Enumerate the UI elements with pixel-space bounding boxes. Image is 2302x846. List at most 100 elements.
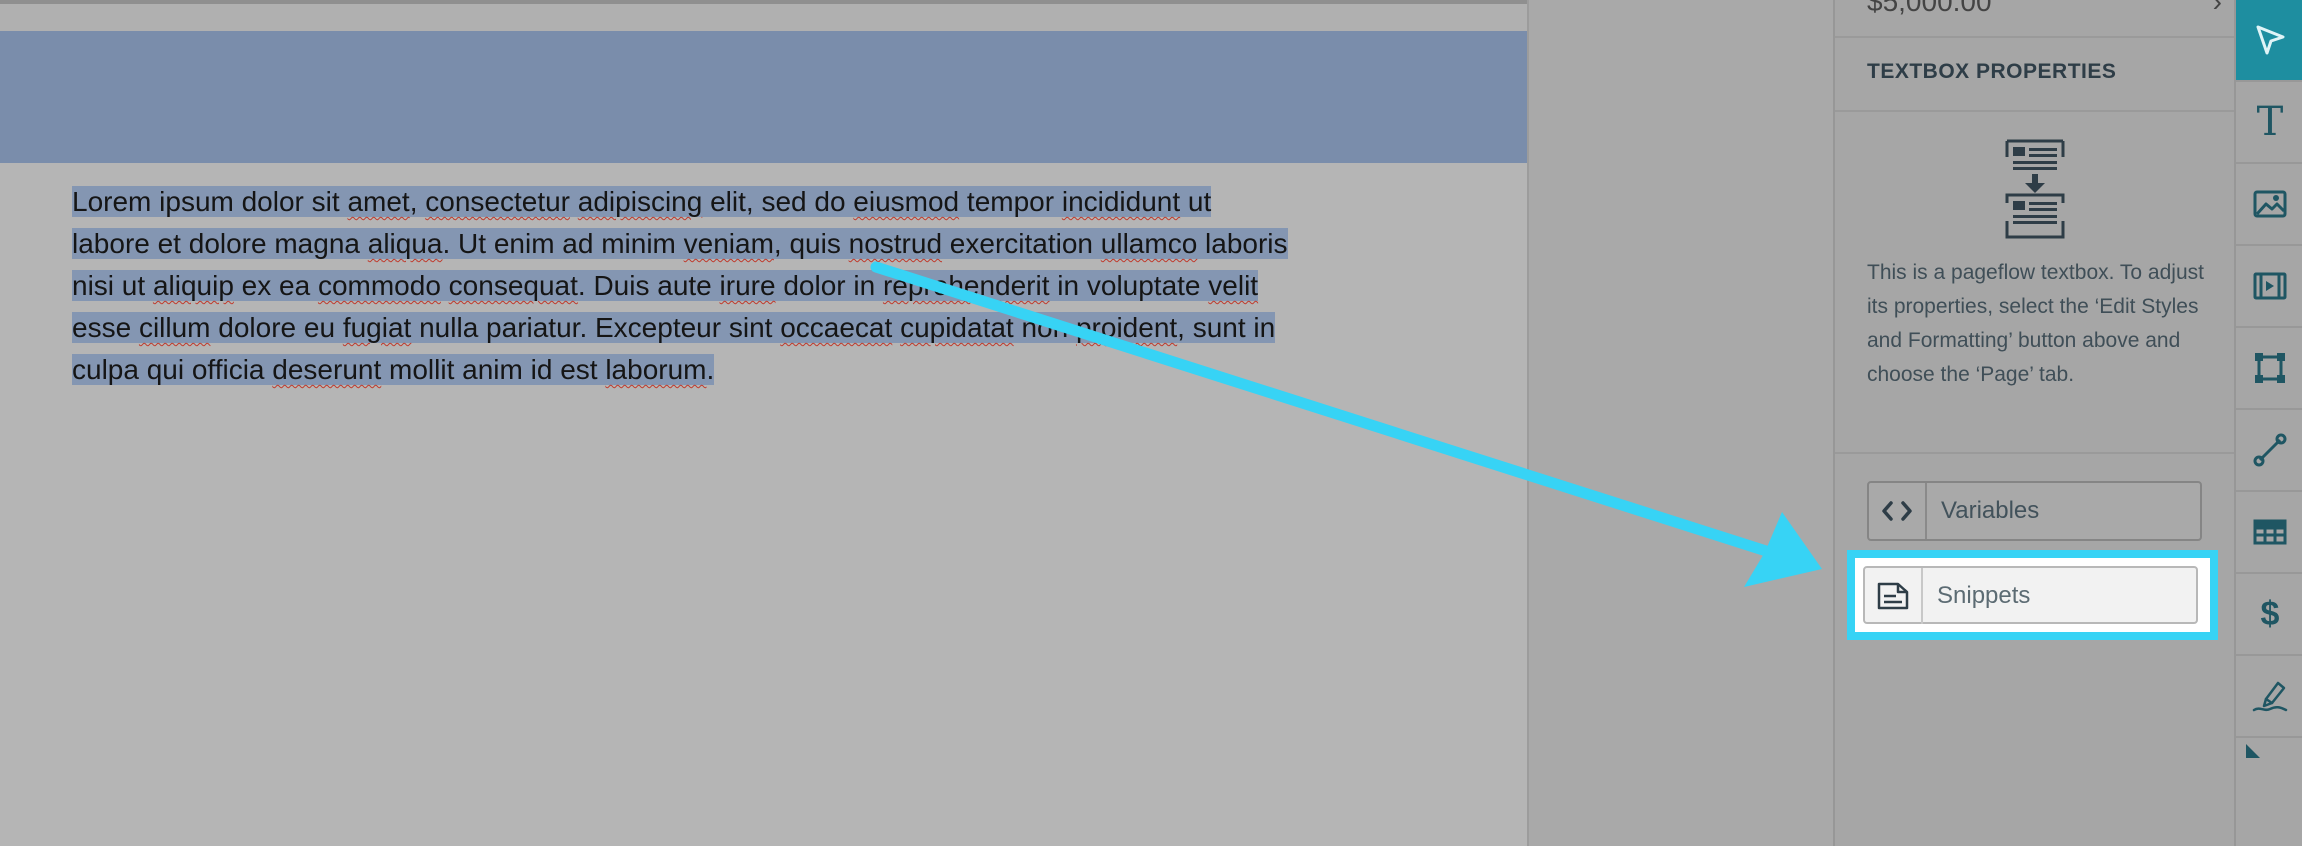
text-run: in voluptate [1049, 270, 1209, 301]
divider [1835, 110, 2234, 112]
snippets-label: Snippets [1937, 582, 2031, 609]
text-run [570, 186, 578, 217]
document-canvas[interactable]: Lorem ipsum dolor sit amet, consectetur … [0, 0, 1527, 846]
table-icon [2253, 519, 2287, 545]
text-run: nisi ut [72, 270, 153, 301]
selection-highlight: culpa qui officia deserunt mollit anim i… [72, 354, 715, 385]
misspelled-word: velit [1208, 270, 1259, 301]
text-t-icon: T [2256, 99, 2284, 145]
misspelled-word: adipiscing [577, 186, 703, 217]
price-total: $5,000.00 [1867, 0, 1992, 17]
selection-highlight: Lorem ipsum dolor sit amet, consectetur … [72, 186, 1212, 217]
paragraph-line[interactable]: Lorem ipsum dolor sit amet, consectetur … [72, 181, 1402, 223]
signature-pen-icon [2252, 681, 2288, 712]
snippets-button[interactable]: Snippets [1863, 566, 2198, 624]
misspelled-word: incididunt [1061, 186, 1181, 217]
misspelled-word: consectetur [425, 186, 570, 217]
text-run: ut [1180, 186, 1212, 217]
line-icon [2253, 433, 2287, 467]
text-run: . [706, 354, 715, 385]
misspelled-word: laborum [605, 354, 707, 385]
image-icon [2253, 190, 2287, 218]
shape-square-icon [2255, 353, 2285, 383]
text-run: culpa qui officia [72, 354, 273, 385]
image-tool-button[interactable] [2236, 164, 2302, 246]
code-brackets-icon [1869, 483, 1927, 539]
misspelled-word: ullamco [1100, 228, 1198, 259]
panel-title: TEXTBOX PROPERTIES [1867, 60, 2117, 83]
document-header-block[interactable] [0, 31, 1527, 163]
select-tool-button[interactable] [2236, 0, 2302, 82]
canvas-gutter [1527, 0, 1833, 846]
text-run: non [1013, 312, 1076, 343]
table-tool-button[interactable] [2236, 492, 2302, 574]
divider [1835, 452, 2234, 454]
text-run: elit, sed do [702, 186, 854, 217]
snippets-highlight: Snippets [1847, 550, 2218, 640]
pageflow-textbox[interactable]: Lorem ipsum dolor sit amet, consectetur … [72, 181, 1402, 391]
paragraph-line[interactable]: labore et dolore magna aliqua. Ut enim a… [72, 223, 1402, 265]
paragraph-line[interactable]: esse cillum dolore eu fugiat nulla paria… [72, 307, 1402, 349]
text-run: dolor in [775, 270, 883, 301]
text-run: labore et dolore magna [72, 228, 368, 259]
text-run: . Duis aute [577, 270, 720, 301]
video-tool-button[interactable] [2236, 246, 2302, 328]
text-run: mollit anim id est [381, 354, 606, 385]
document-top-gap [0, 4, 1527, 31]
properties-panel: $5,000.00 › TEXTBOX PROPERTIES This is a… [1833, 0, 2234, 846]
snippets-highlight-inner: Snippets [1855, 558, 2210, 632]
text-run: exercitation [942, 228, 1101, 259]
text-tool-button[interactable]: T [2236, 82, 2302, 164]
textbox-description: This is a pageflow textbox. To adjust it… [1867, 261, 2204, 386]
selection-highlight: labore et dolore magna aliqua. Ut enim a… [72, 228, 1288, 259]
selection-highlight: nisi ut aliquip ex ea commodo consequat.… [72, 270, 1259, 301]
misspelled-word: aliquip [152, 270, 234, 301]
cursor-arrow-icon [2256, 25, 2285, 55]
variables-button[interactable]: Variables [1867, 481, 2202, 541]
misspelled-word: cillum [138, 312, 211, 343]
paragraph-line[interactable]: nisi ut aliquip ex ea commodo consequat.… [72, 265, 1402, 307]
corner-resize-icon [2246, 744, 2260, 758]
chevron-right-icon[interactable]: › [2213, 0, 2222, 18]
text-run [892, 312, 900, 343]
misspelled-word: consequat [448, 270, 578, 301]
text-run: Lorem ipsum dolor sit [72, 186, 348, 217]
text-run: nulla pariatur. Excepteur sint [411, 312, 781, 343]
pageflow-textbox-icon [2005, 139, 2065, 239]
misspelled-word: cupidatat [900, 312, 1014, 343]
misspelled-word: proident [1075, 312, 1178, 343]
text-run: dolore eu [210, 312, 343, 343]
misspelled-word: veniam [683, 228, 774, 259]
text-run: esse [72, 312, 139, 343]
video-icon [2253, 272, 2287, 300]
variables-label: Variables [1941, 497, 2040, 524]
text-run: , sunt in [1177, 312, 1276, 343]
misspelled-word: deserunt [272, 354, 382, 385]
misspelled-word: eiusmod [853, 186, 960, 217]
signature-tool-button[interactable] [2236, 656, 2302, 738]
text-run: , quis [773, 228, 849, 259]
price-summary-row[interactable]: $5,000.00 › [1835, 0, 2234, 38]
misspelled-word: amet [347, 186, 410, 217]
misspelled-word: fugiat [342, 312, 412, 343]
shape-tool-button[interactable] [2236, 328, 2302, 410]
text-run: laboris [1197, 228, 1288, 259]
text-run: tempor [959, 186, 1062, 217]
text-run [441, 270, 449, 301]
insert-toolbar: T $ [2234, 0, 2302, 846]
selection-highlight: esse cillum dolore eu fugiat nulla paria… [72, 312, 1276, 343]
misspelled-word: occaecat [780, 312, 893, 343]
text-run: ex ea [233, 270, 318, 301]
misspelled-word: nostrud [848, 228, 943, 259]
snippet-icon [1865, 568, 1923, 624]
dollar-icon: $ [2260, 594, 2280, 633]
text-run: . Ut enim ad minim [442, 228, 684, 259]
text-run: , [409, 186, 426, 217]
misspelled-word: irure [719, 270, 776, 301]
misspelled-word: commodo [317, 270, 441, 301]
pricing-tool-button[interactable]: $ [2236, 574, 2302, 656]
paragraph-line[interactable]: culpa qui officia deserunt mollit anim i… [72, 349, 1402, 391]
misspelled-word: reprehenderit [882, 270, 1050, 301]
line-tool-button[interactable] [2236, 410, 2302, 492]
misspelled-word: aliqua [367, 228, 443, 259]
